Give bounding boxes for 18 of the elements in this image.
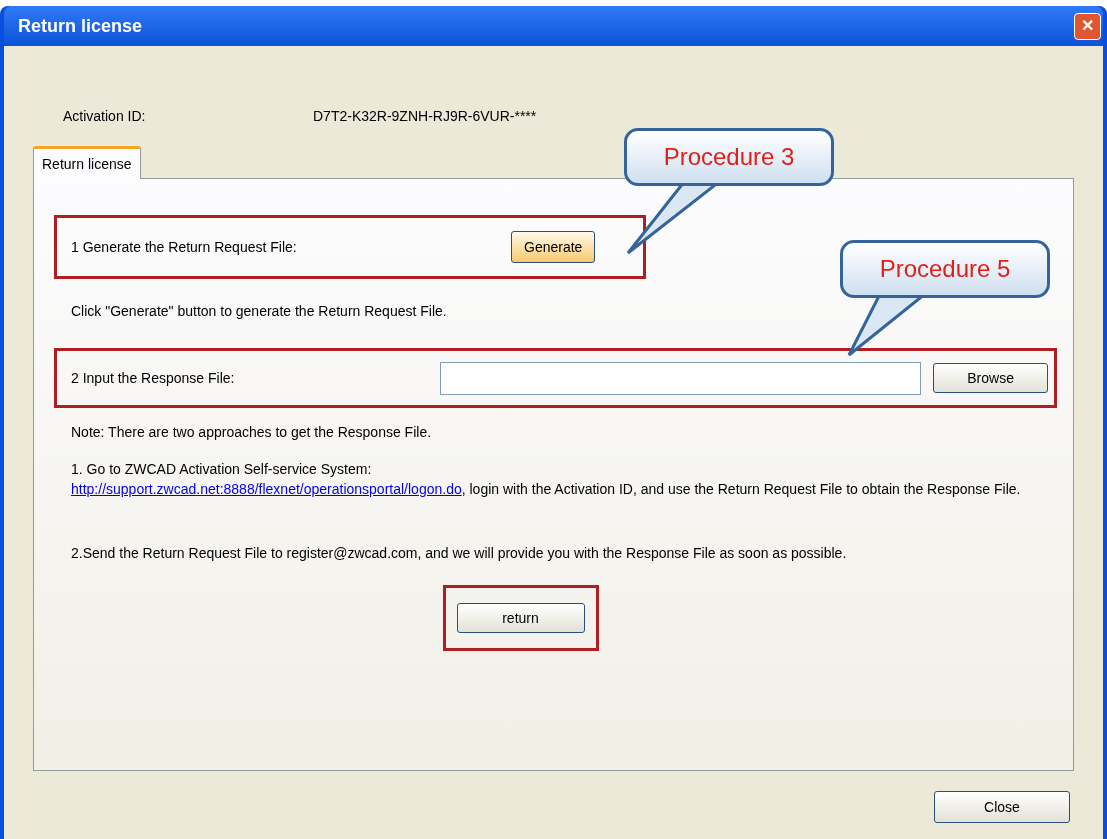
step-label: 1 Generate the Return Request File: — [71, 237, 298, 257]
close-dialog-button[interactable]: Close — [934, 791, 1070, 823]
callout-label: Procedure 3 — [624, 128, 834, 186]
approach-paragraph: 1. Go to ZWCAD Activation Self-service System: http://support.zwcad.net:8888/flexnet/operationsportal/logon.do, login with the Activation ID, and use the Return Request File to obtain the Response File. — [71, 460, 1022, 499]
window-title: Return license — [18, 14, 143, 38]
tab[interactable]: Return license — [33, 146, 141, 179]
activation-label: Activation ID: — [63, 106, 147, 126]
return-button[interactable]: return — [456, 603, 585, 633]
browse-button[interactable]: Browse — [933, 363, 1048, 393]
generate-button[interactable]: Generate — [511, 231, 596, 263]
approach-paragraph: 2.Send the Return Request File to register@zwcad.com, and we will provide you with the Response File as soon as possible. — [71, 544, 848, 563]
note-text: Note: There are two approaches to get the Response File. — [71, 423, 432, 442]
callout-label: Procedure 5 — [840, 240, 1050, 298]
activation-id: D7T2-K32R-9ZNH-RJ9R-6VUR-**** — [313, 106, 537, 126]
portal-link[interactable]: http://support.zwcad.net:8888/flexnet/operationsportal/logon.do — [71, 481, 462, 497]
close-button[interactable]: ✕ — [1074, 12, 1101, 40]
step-label: 2 Input the Response File: — [71, 368, 236, 388]
hint-text: Click "Generate" button to generate the Return Request File. — [71, 302, 447, 321]
